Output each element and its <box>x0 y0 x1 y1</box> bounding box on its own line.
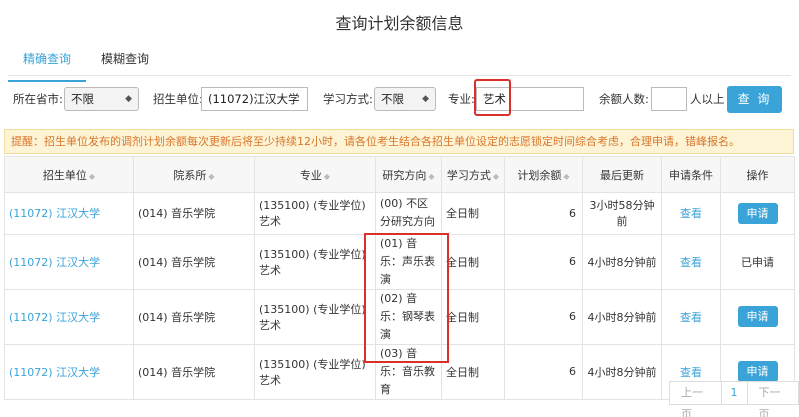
dept-cell: (014) 音乐学院 <box>133 288 255 345</box>
table-row: (11072) 江汉大学 (014) 音乐学院 (135100) (专业学位)艺… <box>4 288 795 345</box>
col-header-dept[interactable]: 院系所 ◆ <box>133 156 255 193</box>
apply-button[interactable]: 申请 <box>737 361 778 382</box>
mode-cell: 全日制 <box>441 288 505 345</box>
study-mode-select[interactable]: 不限 ◆ <box>374 87 436 111</box>
remain-label: 余额人数: <box>599 92 649 106</box>
tab-fuzzy-query[interactable]: 模糊查询 <box>86 48 164 76</box>
province-label: 所在省市: <box>13 92 63 106</box>
updated-cell: 4小时8分钟前 <box>582 343 662 400</box>
col-header-op: 操作 <box>720 156 795 193</box>
apply-button[interactable]: 申请 <box>737 306 778 327</box>
remain-input[interactable] <box>651 87 687 111</box>
mode-cell: 全日制 <box>441 192 505 235</box>
dept-cell: (014) 音乐学院 <box>133 192 255 235</box>
updated-cell: 4小时8分钟前 <box>582 233 662 290</box>
table-header-row: 招生单位 ◆ 院系所 ◆ 专业 ◆ 研究方向 ◆ 学习方式 ◆ 计划余额 ◆ 最后更新 申请… <box>4 156 795 193</box>
apply-button[interactable]: 申请 <box>737 202 778 224</box>
school-link[interactable]: (11072) 江汉大学 <box>4 192 134 235</box>
sort-icon: ◆ <box>492 171 500 181</box>
updated-cell: 3小时58分钟前 <box>582 192 662 235</box>
query-button[interactable]: 查 询 <box>727 86 782 113</box>
applied-status: 已申请 <box>741 255 774 269</box>
direction-cell: (01) 音乐：声乐表演 <box>375 233 442 290</box>
major-cell: (135100) (专业学位)艺术 <box>254 233 376 290</box>
op-cell: 申请 <box>720 288 795 345</box>
query-tabs: 精确查询 模糊查询 <box>8 48 164 82</box>
province-select-value: 不限 <box>71 92 94 106</box>
direction-cell: (02) 音乐：钢琴表演 <box>375 288 442 345</box>
view-conditions-link[interactable]: 查看 <box>661 233 721 290</box>
page-title: 查询计划余额信息 <box>335 14 464 33</box>
major-cell: (135100) (专业学位)艺术 <box>254 343 376 400</box>
remain-cell: 6 <box>504 288 583 345</box>
col-header-remain[interactable]: 计划余额 ◆ <box>504 156 583 193</box>
chevron-updown-icon: ◆ <box>125 94 132 104</box>
study-mode-select-value: 不限 <box>381 92 404 106</box>
op-cell: 申请 <box>720 192 795 235</box>
major-highlight-box <box>474 79 511 116</box>
remain-suffix: 人以上 <box>690 92 725 106</box>
remain-cell: 6 <box>504 233 583 290</box>
col-header-school[interactable]: 招生单位 ◆ <box>4 156 134 193</box>
sort-icon: ◆ <box>208 171 215 181</box>
current-page-button[interactable]: 1 <box>720 381 748 405</box>
mode-cell: 全日制 <box>441 343 505 400</box>
sort-icon: ◆ <box>88 171 96 181</box>
tab-exact-query[interactable]: 精确查询 <box>8 48 87 82</box>
pagination: 上一页 1 下一页 <box>669 381 799 417</box>
major-cell: (135100) (专业学位)艺术 <box>254 192 376 235</box>
col-header-major[interactable]: 专业 ◆ <box>254 156 376 193</box>
dept-cell: (014) 音乐学院 <box>133 233 255 290</box>
school-link[interactable]: (11072) 江汉大学 <box>4 233 134 290</box>
op-cell: 已申请 <box>720 233 795 290</box>
school-input[interactable]: (11072)江汉大学 <box>201 87 308 111</box>
sort-icon: ◆ <box>563 171 570 181</box>
dept-cell: (014) 音乐学院 <box>133 343 255 400</box>
sort-icon: ◆ <box>428 171 435 181</box>
table-row: (11072) 江汉大学 (014) 音乐学院 (135100) (专业学位)艺… <box>4 233 795 290</box>
school-link[interactable]: (11072) 江汉大学 <box>4 343 134 400</box>
updated-cell: 4小时8分钟前 <box>582 288 662 345</box>
col-header-direction[interactable]: 研究方向 ◆ <box>375 156 442 193</box>
chevron-updown-icon: ◆ <box>422 94 429 104</box>
table-row: (11072) 江汉大学 (014) 音乐学院 (135100) (专业学位)艺… <box>4 192 795 235</box>
col-header-cond: 申请条件 <box>661 156 721 193</box>
remain-cell: 6 <box>504 192 583 235</box>
notice-banner: 提醒：招生单位发布的调剂计划余额每次更新后将至少持续12小时，请各位考生结合各招… <box>4 129 794 154</box>
filter-bar: 所在省市: 不限 ◆ 招生单位: (11072)江汉大学 学习方式: 不限 ◆ … <box>0 79 799 116</box>
tab-divider <box>8 75 791 76</box>
next-page-button[interactable]: 下一页 <box>746 381 799 417</box>
col-header-mode[interactable]: 学习方式 ◆ <box>441 156 505 193</box>
view-conditions-link[interactable]: 查看 <box>661 192 721 235</box>
view-conditions-link[interactable]: 查看 <box>661 288 721 345</box>
school-link[interactable]: (11072) 江汉大学 <box>4 288 134 345</box>
province-select[interactable]: 不限 ◆ <box>64 87 139 111</box>
remain-cell: 6 <box>504 343 583 400</box>
col-header-updated: 最后更新 <box>582 156 662 193</box>
results-table: 招生单位 ◆ 院系所 ◆ 专业 ◆ 研究方向 ◆ 学习方式 ◆ 计划余额 ◆ 最后更新 申请… <box>4 156 795 400</box>
school-label: 招生单位: <box>153 92 203 106</box>
major-label: 专业: <box>448 92 475 106</box>
direction-cell: (03) 音乐：音乐教育 <box>375 343 442 400</box>
sort-icon: ◆ <box>323 171 331 181</box>
study-mode-label: 学习方式: <box>323 92 373 106</box>
prev-page-button[interactable]: 上一页 <box>669 381 722 417</box>
mode-cell: 全日制 <box>441 233 505 290</box>
major-cell: (135100) (专业学位)艺术 <box>254 288 376 345</box>
direction-cell: (00) 不区分研究方向 <box>375 192 442 235</box>
